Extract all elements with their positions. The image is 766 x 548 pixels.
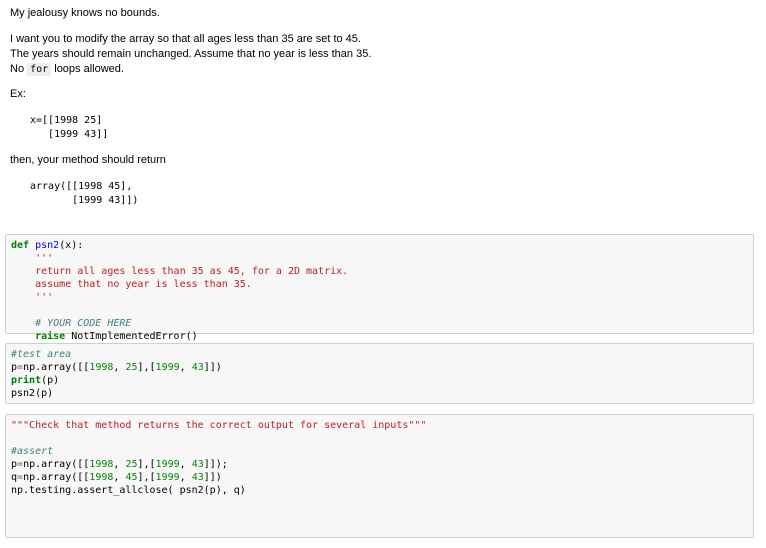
c2-l1-call: np.array([[ [23,362,90,373]
c2-l1-s3: , [179,362,192,373]
c3-l1-n1: 1998 [89,459,114,470]
c3-l2-s3: , [179,472,192,483]
c2-l1-n4: 43 [191,362,204,373]
example-label: Ex: [10,88,26,100]
instructions-line-3: No for loops allowed. [10,62,124,77]
c2-l1-n1: 1998 [89,362,114,373]
c2-l1-n2: 25 [125,362,138,373]
c3-l2-n1: 1998 [89,472,114,483]
code-cell-3[interactable]: """Check that method returns the correct… [5,414,754,538]
check-docstring: """Check that method returns the correct… [11,420,427,431]
c2-l1-s1: , [113,362,126,373]
example-input-code: x=[[1998 25] [1999 43]] [30,115,109,140]
c3-l1-call: np.array([[ [23,459,90,470]
c3-l2-end: ]]) [203,472,222,483]
test-area-comment: #test area [11,349,72,360]
c3-l2-n4: 43 [191,472,204,483]
c3-l1-end: ]]); [203,459,228,470]
function-name: psn2 [35,240,60,251]
c3-l2-call: np.array([[ [23,472,90,483]
inline-code-for: for [27,63,52,76]
no-text: No [10,63,28,75]
c2-l1-end: ]]) [203,362,222,373]
code-cell-3-source[interactable]: """Check that method returns the correct… [6,415,753,497]
c3-l1-s1: , [113,459,126,470]
code-cell-2-source[interactable]: #test area p=np.array([[1998, 25],[1999,… [6,344,753,400]
c3-l1-n3: 1999 [155,459,180,470]
example-output-code: array([[1998 45], [1999 43]]) [30,181,139,206]
print-builtin: print [11,375,42,386]
c2-l1-n3: 1999 [155,362,180,373]
c3-l2-s1: , [113,472,126,483]
your-code-comment: # YOUR CODE HERE [11,318,132,329]
def-keyword: def [11,240,30,251]
code-cell-1[interactable]: def psn2(x): ''' return all ages less th… [5,234,754,342]
assert-allclose-call: np.testing.assert_allclose( psn2(p), q) [11,485,246,496]
code-cell-2[interactable]: #test area p=np.array([[1998, 25],[1999,… [5,343,754,404]
c3-l2-n2: 45 [125,472,138,483]
psn2-call: psn2(p) [11,388,54,399]
c3-l2-s2: ],[ [137,472,156,483]
loops-allowed-text: loops allowed. [51,63,124,75]
then-text: then, your method should return [10,154,166,166]
c2-l1-s2: ],[ [137,362,156,373]
docstring: ''' return all ages less than 35 as 45, … [35,253,349,303]
c3-l1-s3: , [179,459,192,470]
instructions-line-1: I want you to modify the array so that a… [10,33,361,45]
instructions-line-2: The years should remain unchanged. Assum… [10,48,372,60]
c3-l1-n2: 25 [125,459,138,470]
function-signature: (x): [59,240,84,251]
c3-l1-s2: ],[ [137,459,156,470]
c3-l1-n4: 43 [191,459,204,470]
raise-keyword: raise [11,331,66,342]
assert-comment: #assert [11,446,54,457]
raise-expression: NotImplementedError() [65,331,198,342]
c3-l2-n3: 1999 [155,472,180,483]
code-cell-1-source[interactable]: def psn2(x): ''' return all ages less th… [6,235,753,343]
print-args: (p) [41,375,60,386]
markdown-title: My jealousy knows no bounds. [10,7,160,19]
